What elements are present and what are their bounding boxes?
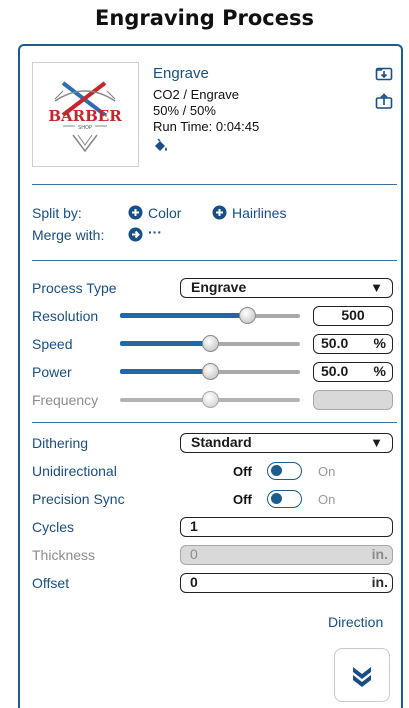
page-title: Engraving Process (95, 6, 314, 30)
offset-input[interactable]: 0 in. (180, 573, 393, 593)
divider (32, 422, 397, 423)
dithering-dropdown[interactable]: Standard ▼ (180, 433, 393, 453)
merge-with-label: Merge with: (32, 227, 105, 243)
chevron-down-icon: ▼ (370, 280, 383, 295)
double-chevron-down-icon (353, 667, 371, 687)
speed-input[interactable]: 50.0 % (313, 334, 393, 354)
divider (32, 260, 397, 261)
resolution-slider[interactable] (120, 306, 300, 326)
layer-material: CO2 / Engrave (153, 87, 239, 102)
power-value: 50.0 (321, 363, 349, 379)
process-type-value: Engrave (191, 279, 247, 295)
process-type-dropdown[interactable]: Engrave ▼ (180, 278, 393, 298)
thickness-value: 0 (190, 546, 198, 562)
split-by-label: Split by: (32, 205, 82, 221)
frequency-slider (120, 390, 300, 410)
slider-handle[interactable] (239, 307, 256, 324)
unidirectional-toggle[interactable] (267, 462, 302, 480)
cycles-value: 1 (190, 518, 198, 534)
power-slider[interactable] (120, 362, 300, 382)
engraving-process-panel: BARBER SHOP Engrave CO2 / Engrave 50% / … (18, 44, 403, 708)
unidirectional-label: Unidirectional (32, 463, 117, 479)
chevron-down-icon: ▼ (370, 435, 383, 450)
import-icon[interactable] (375, 65, 393, 81)
process-type-label: Process Type (32, 280, 117, 296)
export-icon[interactable] (375, 93, 393, 109)
logo-text: BARBER (48, 107, 122, 125)
layer-run-time: Run Time: 0:04:45 (153, 119, 260, 134)
cycles-input[interactable]: 1 (180, 517, 393, 537)
resolution-value: 500 (341, 307, 365, 323)
inch-unit: in. (371, 574, 388, 590)
inch-unit: in. (371, 546, 388, 562)
paint-bucket-icon[interactable] (153, 138, 169, 152)
precision-sync-toggle[interactable] (267, 490, 302, 508)
percent-unit: % (373, 363, 386, 379)
layer-name[interactable]: Engrave (153, 65, 209, 82)
unidirectional-on-label: On (318, 464, 336, 479)
divider (32, 184, 397, 185)
precision-sync-off-label: Off (233, 492, 252, 507)
layer-thumbnail[interactable]: BARBER SHOP (32, 62, 139, 167)
unidirectional-off-label: Off (233, 464, 252, 479)
precision-sync-on-label: On (318, 492, 336, 507)
offset-value: 0 (190, 574, 198, 590)
speed-label: Speed (32, 336, 73, 352)
direction-label: Direction (328, 614, 384, 630)
thickness-input: 0 in. (180, 545, 393, 565)
resolution-label: Resolution (32, 308, 99, 324)
speed-value: 50.0 (321, 335, 349, 351)
add-color-icon[interactable] (128, 205, 143, 220)
slider-handle[interactable] (202, 335, 219, 352)
resolution-input[interactable]: 500 (313, 306, 393, 326)
dithering-label: Dithering (32, 435, 89, 451)
logo-subtext: SHOP (78, 125, 92, 131)
toggle-knob (271, 493, 282, 504)
merge-arrow-icon[interactable] (128, 227, 143, 242)
frequency-label: Frequency (32, 392, 99, 408)
direction-button[interactable] (334, 648, 390, 702)
cycles-label: Cycles (32, 519, 75, 535)
precision-sync-label: Precision Sync (32, 491, 125, 507)
add-hairlines-icon[interactable] (212, 205, 227, 220)
slider-handle[interactable] (202, 363, 219, 380)
power-input[interactable]: 50.0 % (313, 362, 393, 382)
dithering-value: Standard (191, 434, 252, 450)
split-hairlines-button[interactable]: Hairlines (232, 205, 286, 221)
layer-power-speed: 50% / 50% (153, 103, 216, 118)
slider-handle (202, 391, 219, 408)
barber-shop-logo-image: BARBER SHOP (48, 81, 122, 153)
split-color-button[interactable]: Color (148, 205, 181, 221)
thickness-label: Thickness (32, 547, 96, 563)
power-label: Power (32, 364, 72, 380)
frequency-input (313, 390, 393, 410)
offset-label: Offset (32, 575, 70, 591)
toggle-knob (271, 465, 282, 476)
percent-unit: % (373, 335, 386, 351)
merge-more-button[interactable]: ··· (148, 224, 162, 240)
speed-slider[interactable] (120, 334, 300, 354)
